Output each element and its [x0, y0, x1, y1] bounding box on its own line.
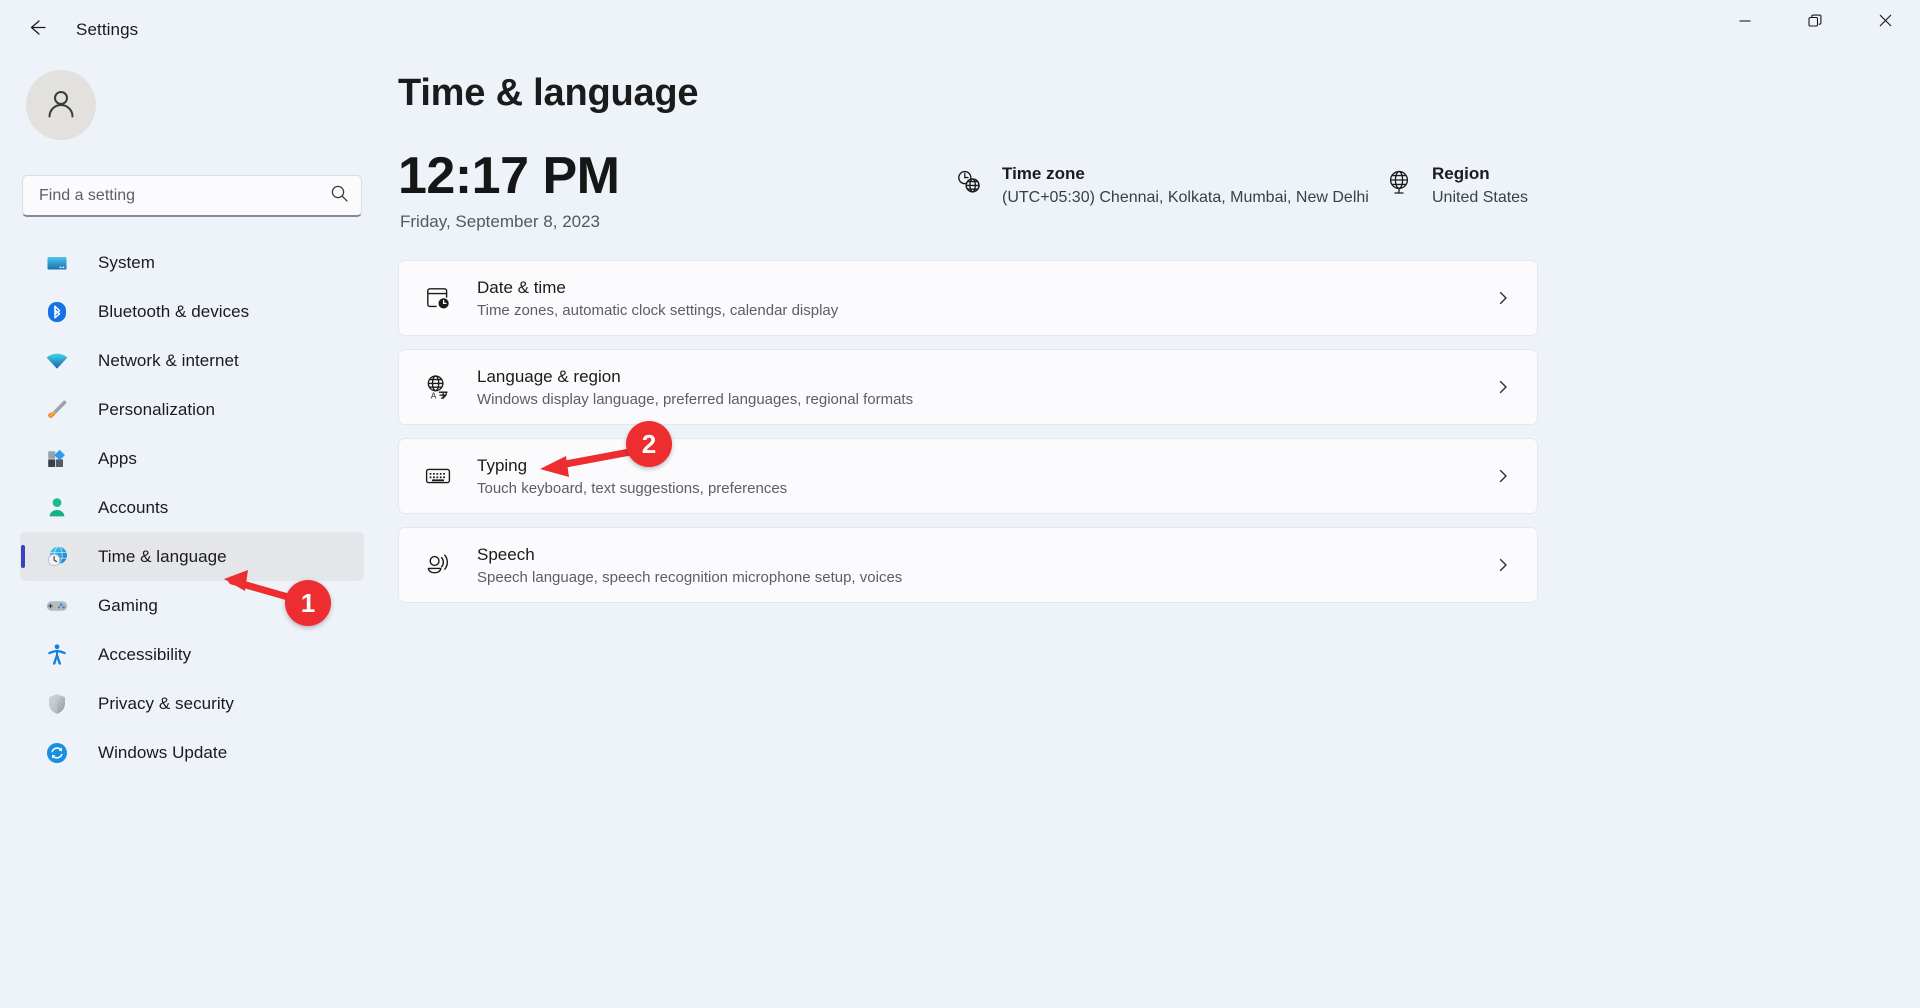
maximize-restore-icon — [1807, 13, 1823, 34]
card-title: Typing — [477, 454, 787, 477]
language-globe-icon: A — [421, 370, 455, 404]
sidebar-item-label: Personalization — [98, 400, 215, 420]
card-subtitle: Touch keyboard, text suggestions, prefer… — [477, 478, 787, 499]
region-summary: Region United States — [1382, 163, 1528, 210]
wifi-icon — [44, 348, 70, 374]
region-value: United States — [1432, 186, 1528, 210]
apps-grid-icon — [44, 446, 70, 472]
maximize-button[interactable] — [1780, 0, 1850, 46]
settings-card-speech[interactable]: Speech Speech language, speech recogniti… — [398, 527, 1538, 603]
chevron-right-icon[interactable] — [1495, 557, 1511, 573]
clock-globe-icon — [44, 544, 70, 570]
card-subtitle: Time zones, automatic clock settings, ca… — [477, 300, 838, 321]
current-date: Friday, September 8, 2023 — [400, 212, 600, 232]
card-title: Date & time — [477, 276, 838, 299]
sidebar-item-time-language[interactable]: Time & language — [20, 532, 364, 581]
timezone-label: Time zone — [1002, 163, 1369, 185]
sidebar-item-personalization[interactable]: Personalization — [20, 385, 364, 434]
settings-card-date-time[interactable]: Date & time Time zones, automatic clock … — [398, 260, 1538, 336]
bluetooth-icon — [44, 299, 70, 325]
page-title: Time & language — [398, 72, 698, 115]
chevron-right-icon[interactable] — [1495, 468, 1511, 484]
card-subtitle: Windows display language, preferred lang… — [477, 389, 913, 410]
app-title: Settings — [76, 20, 138, 40]
minimize-icon — [1738, 14, 1752, 33]
sidebar-item-bluetooth-devices[interactable]: Bluetooth & devices — [20, 287, 364, 336]
minimize-button[interactable] — [1710, 0, 1780, 46]
sidebar-item-label: Windows Update — [98, 743, 227, 763]
sidebar-item-network-internet[interactable]: Network & internet — [20, 336, 364, 385]
timezone-value: (UTC+05:30) Chennai, Kolkata, Mumbai, Ne… — [1002, 186, 1369, 210]
current-time: 12:17 PM — [398, 146, 619, 206]
title-bar: Settings — [0, 0, 1920, 60]
close-icon — [1878, 13, 1893, 33]
region-label: Region — [1432, 163, 1528, 185]
card-subtitle: Speech language, speech recognition micr… — [477, 567, 902, 588]
svg-text:A: A — [431, 390, 437, 400]
sidebar-item-label: Bluetooth & devices — [98, 302, 249, 322]
sidebar-item-gaming[interactable]: Gaming — [20, 581, 364, 630]
back-arrow-icon — [26, 17, 47, 43]
sidebar-item-system[interactable]: System — [20, 238, 364, 287]
sidebar-item-accounts[interactable]: Accounts — [20, 483, 364, 532]
close-button[interactable] — [1850, 0, 1920, 46]
sidebar-item-label: Privacy & security — [98, 694, 234, 714]
sidebar-item-label: Network & internet — [98, 351, 239, 371]
sidebar: System Bluetooth & devices — [0, 60, 396, 1008]
paintbrush-icon — [44, 397, 70, 423]
timezone-summary: Time zone (UTC+05:30) Chennai, Kolkata, … — [952, 163, 1369, 210]
sidebar-item-privacy-security[interactable]: Privacy & security — [20, 679, 364, 728]
user-avatar-icon — [43, 85, 79, 126]
window-controls — [1710, 0, 1920, 46]
settings-card-typing[interactable]: Typing Touch keyboard, text suggestions,… — [398, 438, 1538, 514]
chevron-right-icon[interactable] — [1495, 379, 1511, 395]
sidebar-item-label: Gaming — [98, 596, 158, 616]
sidebar-item-apps[interactable]: Apps — [20, 434, 364, 483]
keyboard-icon — [421, 459, 455, 493]
avatar[interactable] — [26, 70, 96, 140]
gamepad-icon — [44, 593, 70, 619]
search-input[interactable] — [39, 187, 330, 205]
monitor-icon — [44, 250, 70, 276]
clock-globe-icon — [952, 165, 986, 199]
sidebar-item-label: Accounts — [98, 498, 168, 518]
shield-icon — [44, 691, 70, 717]
search-box[interactable] — [22, 175, 362, 217]
sidebar-nav: System Bluetooth & devices — [20, 238, 364, 777]
settings-card-language-region[interactable]: A Language & region Windows display lang… — [398, 349, 1538, 425]
sidebar-item-label: Time & language — [98, 547, 227, 567]
main-content: Time & language 12:17 PM Friday, Septemb… — [396, 60, 1920, 1008]
globe-icon — [1382, 165, 1416, 199]
sidebar-item-label: System — [98, 253, 155, 273]
back-button[interactable] — [14, 8, 58, 52]
sidebar-item-accessibility[interactable]: Accessibility — [20, 630, 364, 679]
sidebar-item-label: Apps — [98, 449, 137, 469]
chevron-right-icon[interactable] — [1495, 290, 1511, 306]
card-title: Language & region — [477, 365, 913, 388]
person-icon — [44, 495, 70, 521]
refresh-sync-icon — [44, 740, 70, 766]
settings-card-list: Date & time Time zones, automatic clock … — [398, 260, 1538, 616]
speech-icon — [421, 548, 455, 582]
sidebar-item-label: Accessibility — [98, 645, 191, 665]
sidebar-item-windows-update[interactable]: Windows Update — [20, 728, 364, 777]
accessibility-icon — [44, 642, 70, 668]
calendar-clock-icon — [421, 281, 455, 315]
search-icon[interactable] — [330, 184, 349, 208]
card-title: Speech — [477, 543, 902, 566]
